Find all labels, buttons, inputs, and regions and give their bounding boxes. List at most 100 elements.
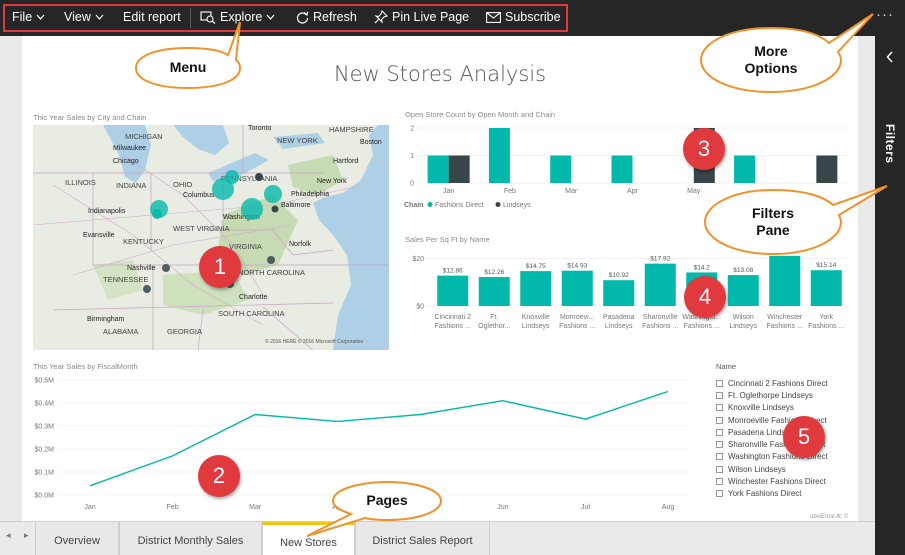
map-bubble-fashions-direct[interactable] [241, 198, 263, 220]
x-tick-label: Pasadena [603, 314, 635, 321]
data-label: $14.93 [567, 263, 587, 270]
tab-district-sales-report[interactable]: District Sales Report [355, 522, 490, 555]
bar-fashions-direct [611, 155, 633, 183]
chevron-down-icon [36, 14, 45, 20]
tabs-next-icon[interactable]: ▸ [24, 530, 29, 541]
badge-4: 4 [684, 276, 726, 318]
x-tick-label: York [819, 314, 833, 321]
slicer-checkbox[interactable] [716, 391, 723, 399]
bar-fashions-direct [427, 155, 449, 183]
map-title: This Year Sales by City and Chain [33, 113, 147, 122]
slicer-item[interactable]: Winchester Fashions Direct [716, 475, 846, 487]
slicer-item-label: Winchester Fashions Direct [728, 477, 826, 487]
x-tick-label: Fashions ... [642, 323, 678, 330]
report-canvas: New Stores Analysis This Year Sales by C… [22, 36, 858, 521]
slicer-checkbox[interactable] [716, 441, 723, 449]
data-label: $12.86 [443, 268, 463, 275]
more-options-callout: More Options [699, 13, 874, 94]
map-bubble-lindseys[interactable] [271, 205, 279, 213]
mail-icon [486, 11, 501, 23]
slicer-item[interactable]: Wilson Lindseys [716, 463, 846, 475]
x-tick-label: May [687, 188, 701, 195]
x-tick-label: Winchester [767, 314, 803, 321]
slicer-item[interactable]: Cincinnati 2 Fashions Direct [716, 377, 846, 389]
bar-fashions-direct [734, 155, 756, 183]
y-tick-label: $0.3M [35, 424, 55, 431]
pages-callout-text: Pages [366, 492, 408, 509]
more-options-callout-text: More Options [744, 42, 798, 77]
more-options-button[interactable]: ··· [876, 6, 894, 23]
slicer-checkbox[interactable] [716, 478, 723, 486]
bar-sales-per-sqft [437, 275, 469, 306]
slicer-item[interactable]: Knoxville Lindseys [716, 402, 846, 414]
view-menu[interactable]: View [64, 10, 104, 24]
x-tick-label: Fashions ... [808, 323, 844, 330]
slicer-item[interactable]: Sharonville Fashions Direct [716, 438, 846, 450]
slicer-item[interactable]: Pasadena Lindseys [716, 426, 846, 438]
menu-callout-text: Menu [169, 59, 207, 76]
data-label: $10.92 [609, 272, 629, 279]
refresh-button[interactable]: Refresh [296, 10, 357, 24]
tab-district-monthly-sales[interactable]: District Monthly Sales [119, 522, 262, 555]
edit-report-button[interactable]: Edit report [123, 10, 181, 24]
x-tick-label: Fashions ... [767, 323, 803, 330]
explore-menu[interactable]: Explore [200, 10, 275, 24]
tabs-prev-icon[interactable]: ◂ [6, 530, 11, 541]
y-tick-label: 0 [410, 181, 414, 188]
slicer-item[interactable]: Monroeville Fashions Direct [716, 414, 846, 426]
powered-by-text: obviEnce llc © [810, 514, 849, 520]
slicer-item[interactable]: York Fashions Direct [716, 488, 846, 500]
map-bubble-lindseys[interactable] [255, 173, 263, 181]
slicer-checkbox[interactable] [716, 453, 723, 461]
slicer-checkbox[interactable] [716, 416, 723, 424]
slicer-checkbox[interactable] [716, 490, 723, 498]
bar-sales-per-sqft [603, 280, 635, 306]
slicer-checkbox[interactable] [716, 428, 723, 436]
sales-map-visual[interactable]: MICHIGAN OHIO INDIANA ILLINOIS PENNSYLVA… [33, 125, 389, 350]
map-bubble-fashions-direct[interactable] [264, 185, 282, 203]
sales-per-sqft-chart[interactable]: $0 $20 $12.86 Cincinnati 2 Fashions ... $12.2… [402, 246, 852, 346]
subscribe-label: Subscribe [505, 10, 561, 24]
tab-new-stores[interactable]: New Stores [262, 522, 355, 555]
map-bubbles [143, 170, 282, 293]
x-tick-label: Feb [504, 188, 516, 195]
file-menu[interactable]: File [12, 10, 45, 24]
x-tick-label: Sharonville [643, 314, 678, 321]
y-tick-label: 1 [410, 153, 414, 160]
slicer-checkbox[interactable] [716, 465, 723, 473]
file-menu-label: File [12, 10, 33, 24]
filters-pane[interactable]: Filters [875, 36, 905, 555]
legend-title: Chain [404, 202, 423, 209]
menu-separator [190, 8, 191, 28]
bar-sales-per-sqft [561, 270, 593, 306]
x-tick-label: Aug [662, 504, 675, 511]
data-label: $15.14 [816, 262, 836, 269]
map-bubble-fashions-direct[interactable] [152, 209, 162, 219]
map-bubble-fashions-direct[interactable] [225, 170, 239, 184]
power-bi-report-window: File View Edit report Explore Refresh Pi… [0, 0, 905, 555]
y-tick-label: $0.4M [35, 401, 55, 408]
slicer-item-label: Wilson Lindseys [728, 464, 786, 474]
x-tick-label: Mar [565, 188, 578, 195]
sales-per-sqft-title: Sales Per Sq Ft by Name [405, 235, 490, 244]
slicer-checkbox[interactable] [716, 379, 723, 387]
x-tick-label: Jun [497, 504, 508, 511]
slicer-item[interactable]: Washington Fashions Direct [716, 451, 846, 463]
pin-live-page-button[interactable]: Pin Live Page [374, 10, 469, 24]
map-bubble-lindseys[interactable] [162, 264, 170, 272]
map-bubble-lindseys[interactable] [267, 256, 275, 264]
slicer-item[interactable]: Ft. Oglethorpe Lindseys [716, 389, 846, 401]
bar-sales-per-sqft [644, 263, 676, 306]
canvas-gutter [0, 36, 22, 521]
x-tick-label: Feb [167, 504, 179, 511]
data-label: $12.26 [484, 269, 504, 276]
chevron-left-icon[interactable] [886, 51, 894, 63]
tab-overview[interactable]: Overview [35, 522, 119, 555]
map-bubble-lindseys[interactable] [143, 285, 151, 293]
slicer-checkbox[interactable] [716, 404, 723, 412]
subscribe-button[interactable]: Subscribe [486, 10, 561, 24]
x-tick-label: Fashions ... [435, 323, 471, 330]
y-tick-label: 2 [410, 126, 414, 133]
menu-callout: Menu [134, 21, 242, 90]
slicer-items: Cincinnati 2 Fashions Direct Ft. Oglethor… [716, 377, 846, 500]
